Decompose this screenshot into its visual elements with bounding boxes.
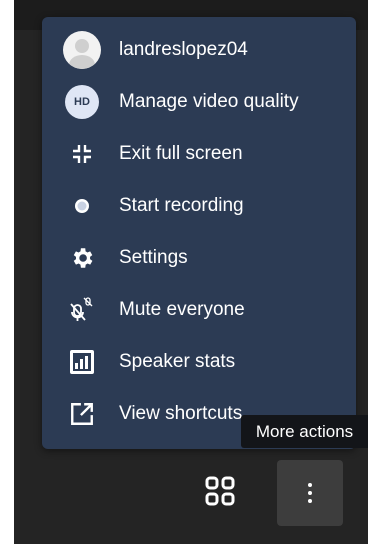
hd-icon: HD <box>62 82 102 122</box>
menu-item-label: Settings <box>119 247 188 268</box>
tile-view-button[interactable] <box>187 460 253 526</box>
more-actions-menu: landreslopez04 HD Manage video quality E… <box>42 17 356 449</box>
menu-item-manage-video-quality[interactable]: HD Manage video quality <box>42 76 356 128</box>
menu-item-label: Speaker stats <box>119 351 236 372</box>
more-vertical-icon <box>308 483 312 503</box>
speaker-stats-icon <box>62 342 102 382</box>
menu-item-settings[interactable]: Settings <box>42 232 356 284</box>
menu-item-label: Mute everyone <box>119 299 245 320</box>
menu-item-profile[interactable]: landreslopez04 <box>42 24 356 76</box>
exit-fullscreen-icon <box>62 134 102 174</box>
gear-icon <box>62 238 102 278</box>
record-icon <box>62 186 102 226</box>
menu-item-start-recording[interactable]: Start recording <box>42 180 356 232</box>
more-actions-button[interactable] <box>277 460 343 526</box>
avatar-icon <box>62 30 102 70</box>
hd-badge: HD <box>65 85 99 119</box>
tile-view-icon <box>204 475 236 512</box>
menu-item-label: View shortcuts <box>119 403 243 424</box>
menu-item-exit-full-screen[interactable]: Exit full screen <box>42 128 356 180</box>
external-link-icon <box>62 394 102 434</box>
menu-item-speaker-stats[interactable]: Speaker stats <box>42 336 356 388</box>
mute-everyone-icon <box>62 290 102 330</box>
menu-item-label: Manage video quality <box>119 91 299 112</box>
menu-item-label: Exit full screen <box>119 143 243 164</box>
menu-item-label: Start recording <box>119 195 244 216</box>
menu-item-label: landreslopez04 <box>119 39 248 60</box>
more-actions-tooltip: More actions <box>241 415 368 448</box>
menu-item-mute-everyone[interactable]: Mute everyone <box>42 284 356 336</box>
